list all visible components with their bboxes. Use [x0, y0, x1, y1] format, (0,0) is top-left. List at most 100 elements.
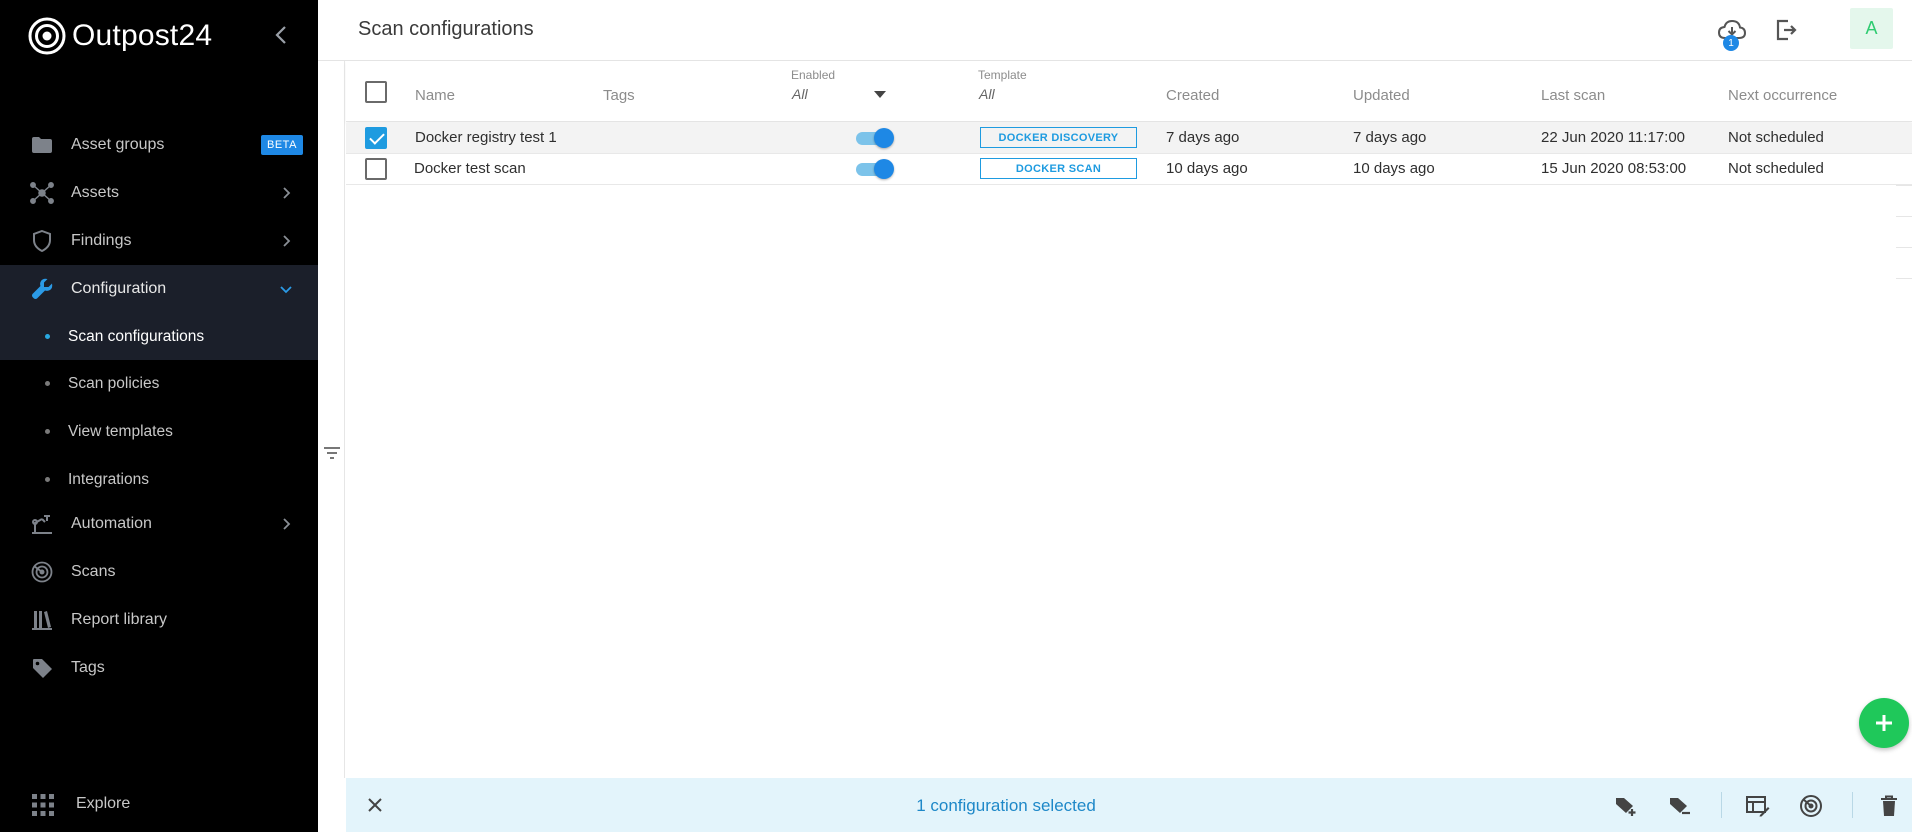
sidebar-subitem-view-templates[interactable]: View templates — [0, 408, 318, 455]
dropdown-arrow-icon[interactable] — [874, 91, 886, 98]
selection-action-bar: 1 configuration selected — [346, 778, 1912, 832]
row-divider — [1896, 216, 1912, 217]
template-badge: DOCKER SCAN — [980, 158, 1137, 179]
enabled-filter-select[interactable]: All — [792, 86, 808, 102]
bullet-icon — [45, 429, 50, 434]
sidebar-subitem-scan-configurations[interactable]: Scan configurations — [0, 313, 318, 360]
column-header-enabled: Enabled — [791, 68, 836, 82]
folder-icon — [30, 133, 54, 157]
selection-count-text: 1 configuration selected — [916, 796, 1096, 815]
chevron-left-icon — [275, 26, 286, 44]
sidebar: Outpost24 Asset groups BETA Assets Findi… — [0, 0, 318, 832]
row-created: 10 days ago — [1166, 160, 1248, 177]
sidebar-item-tags[interactable]: Tags — [0, 644, 318, 692]
sidebar-item-findings[interactable]: Findings — [0, 217, 318, 265]
column-header-tags[interactable]: Tags — [603, 87, 635, 104]
chevron-right-icon — [283, 235, 291, 247]
enabled-toggle[interactable] — [856, 128, 894, 148]
start-scan-button[interactable] — [1798, 793, 1824, 819]
sidebar-item-automation[interactable]: Automation — [0, 500, 318, 548]
top-header: Scan configurations 1 A — [318, 0, 1912, 61]
scan-configurations-table: Name Tags Enabled All Template All Creat… — [346, 61, 1912, 778]
table-header: Name Tags Enabled All Template All Creat… — [346, 61, 1912, 122]
row-created: 7 days ago — [1166, 129, 1240, 146]
column-header-updated[interactable]: Updated — [1353, 87, 1410, 104]
table-edit-icon — [1746, 796, 1770, 817]
row-divider — [1896, 185, 1912, 186]
notification-count-badge: 1 — [1723, 35, 1739, 51]
plus-icon — [1876, 715, 1892, 731]
shield-icon — [30, 229, 54, 253]
column-header-next-occurrence[interactable]: Next occurrence — [1728, 87, 1837, 104]
sidebar-item-assets[interactable]: Assets — [0, 169, 318, 217]
apps-grid-icon — [32, 794, 54, 816]
row-last-scan: 22 Jun 2020 11:17:00 — [1541, 129, 1686, 146]
add-tag-button[interactable] — [1614, 793, 1640, 819]
radar-icon — [30, 560, 54, 584]
table-row[interactable]: Docker test scan DOCKER SCAN 10 days ago… — [346, 154, 1912, 185]
row-divider — [1896, 278, 1912, 279]
edit-configuration-button[interactable] — [1745, 793, 1771, 819]
outpost-logo-icon — [28, 17, 66, 55]
sidebar-item-report-library[interactable]: Report library — [0, 596, 318, 644]
bullet-icon — [45, 477, 50, 482]
explore-button[interactable]: Explore — [0, 778, 318, 832]
column-header-template: Template — [978, 68, 1027, 82]
row-name[interactable]: Docker test scan — [414, 160, 526, 177]
add-configuration-button[interactable] — [1859, 698, 1909, 748]
chevron-right-icon — [283, 518, 291, 530]
radar-icon — [1800, 795, 1822, 817]
automation-icon — [30, 512, 54, 536]
table-row[interactable]: Docker registry test 1 DOCKER DISCOVERY … — [346, 123, 1912, 154]
logout-icon — [1776, 19, 1797, 41]
tag-icon — [30, 656, 54, 680]
filter-toggle-button[interactable] — [322, 443, 342, 463]
filter-list-icon — [324, 447, 340, 459]
chevron-down-icon — [280, 286, 292, 294]
row-divider — [1896, 247, 1912, 248]
beta-badge: BETA — [261, 135, 303, 155]
bullet-icon — [45, 334, 50, 339]
sidebar-item-scans[interactable]: Scans — [0, 548, 318, 596]
sidebar-subitem-scan-policies[interactable]: Scan policies — [0, 360, 318, 407]
filter-panel-strip — [318, 61, 345, 778]
chevron-right-icon — [283, 187, 291, 199]
select-all-checkbox[interactable] — [365, 81, 387, 103]
delete-button[interactable] — [1876, 793, 1902, 819]
enabled-toggle[interactable] — [856, 159, 894, 179]
row-next-occurrence: Not scheduled — [1728, 129, 1824, 146]
column-header-last-scan[interactable]: Last scan — [1541, 87, 1605, 104]
row-checkbox[interactable] — [365, 158, 387, 180]
row-updated: 10 days ago — [1353, 160, 1435, 177]
row-updated: 7 days ago — [1353, 129, 1427, 146]
trash-icon — [1881, 795, 1897, 816]
tag-add-icon — [1616, 798, 1636, 816]
template-badge: DOCKER DISCOVERY — [980, 127, 1137, 148]
column-header-name[interactable]: Name — [415, 87, 455, 104]
collapse-sidebar-button[interactable] — [268, 22, 294, 48]
network-icon — [30, 181, 54, 205]
sidebar-item-configuration[interactable]: Configuration — [0, 265, 318, 313]
divider — [1852, 792, 1853, 818]
row-checkbox[interactable] — [365, 127, 387, 149]
sidebar-subitem-integrations[interactable]: Integrations — [0, 456, 318, 503]
remove-tag-button[interactable] — [1668, 793, 1694, 819]
sidebar-item-asset-groups[interactable]: Asset groups BETA — [0, 121, 318, 169]
brand-name: Outpost24 — [72, 19, 213, 52]
column-header-created[interactable]: Created — [1166, 87, 1219, 104]
avatar[interactable]: A — [1850, 8, 1893, 49]
downloads-button[interactable]: 1 — [1716, 14, 1748, 51]
page-title: Scan configurations — [358, 18, 534, 40]
template-filter-input[interactable]: All — [979, 86, 995, 102]
bullet-icon — [45, 381, 50, 386]
library-icon — [30, 608, 54, 632]
row-last-scan: 15 Jun 2020 08:53:00 — [1541, 160, 1687, 177]
tag-remove-icon — [1670, 798, 1690, 815]
logo[interactable]: Outpost24 — [28, 17, 212, 55]
row-next-occurrence: Not scheduled — [1728, 160, 1824, 177]
wrench-icon — [30, 277, 54, 301]
logout-button[interactable] — [1770, 14, 1802, 46]
row-name[interactable]: Docker registry test 1 — [415, 129, 557, 146]
explore-label: Explore — [76, 795, 131, 812]
divider — [1721, 792, 1722, 818]
